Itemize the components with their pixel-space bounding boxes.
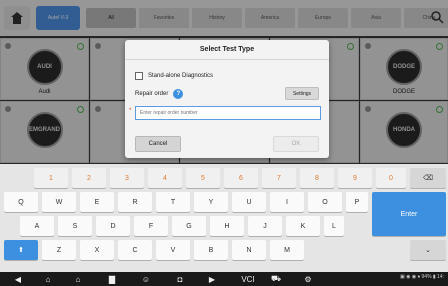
required-mark: * [129,108,132,114]
key-e[interactable]: E [80,192,114,212]
key-n[interactable]: N [232,240,266,260]
system-nav-bar: ◀ ⌂ ⌂ ▇ ☺ ◘ ▶ VCI ⛟ ⚙ ▣ ◉ ◉ ♦ 94% ▮ 14: [0,272,448,286]
key-b[interactable]: B [194,240,228,260]
key-2[interactable]: 2 [72,168,106,188]
shift-key[interactable]: ⬆ [4,240,38,260]
key-c[interactable]: C [118,240,152,260]
key-3[interactable]: 3 [110,168,144,188]
display-icon[interactable]: ▶ [204,273,220,285]
dialog-title: Select Test Type [125,40,329,60]
camera-icon[interactable]: ◘ [172,273,188,285]
repair-order-row: Repair order ? [135,89,184,99]
key-l[interactable]: L [324,216,344,236]
key-a[interactable]: A [20,216,54,236]
key-f[interactable]: F [134,216,168,236]
repair-order-label: Repair order [135,91,169,97]
key-7[interactable]: 7 [262,168,296,188]
settings-icon[interactable]: ⚙ [300,273,316,285]
backspace-key[interactable]: ⌫ [410,168,446,188]
key-d[interactable]: D [96,216,130,236]
status-area: ▣ ◉ ◉ ♦ 94% ▮ 14: [399,274,444,280]
key-s[interactable]: S [58,216,92,236]
help-icon[interactable]: ? [173,89,184,99]
key-0[interactable]: 0 [376,168,406,188]
key-o[interactable]: O [308,192,342,212]
enter-key[interactable]: Enter [372,192,446,236]
key-8[interactable]: 8 [300,168,334,188]
browser-icon[interactable]: ☺ [138,273,154,285]
key-w[interactable]: W [42,192,76,212]
hide-keyboard-key[interactable]: ⌄ [410,240,446,260]
key-r[interactable]: R [118,192,152,212]
back-icon[interactable]: ◀ [10,273,26,285]
standalone-option[interactable]: Stand-alone Diagnostics [135,72,213,80]
launcher-icon[interactable]: ⌂ [70,273,86,285]
key-z[interactable]: Z [42,240,76,260]
standalone-label: Stand-alone Diagnostics [148,73,214,79]
key-4[interactable]: 4 [148,168,182,188]
select-test-type-dialog: Select Test Type Stand-alone Diagnostics… [125,40,329,158]
key-m[interactable]: M [270,240,304,260]
repair-order-input[interactable] [135,106,321,120]
settings-button[interactable]: Settings [285,87,319,100]
key-v[interactable]: V [156,240,190,260]
home-icon[interactable]: ⌂ [40,273,56,285]
key-x[interactable]: X [80,240,114,260]
standalone-checkbox[interactable] [135,72,143,80]
car-icon[interactable]: ⛟ [268,273,284,285]
key-h[interactable]: H [210,216,244,236]
ok-button[interactable]: OK [273,136,319,152]
key-p[interactable]: P [346,192,368,212]
key-u[interactable]: U [232,192,266,212]
key-6[interactable]: 6 [224,168,258,188]
key-t[interactable]: T [156,192,190,212]
key-y[interactable]: Y [194,192,228,212]
on-screen-keyboard: 1 2 3 4 5 6 7 8 9 0 ⌫ Q W E R T Y U I O … [0,164,448,272]
key-j[interactable]: J [248,216,282,236]
key-k[interactable]: K [286,216,320,236]
key-9[interactable]: 9 [338,168,372,188]
key-g[interactable]: G [172,216,206,236]
cancel-button[interactable]: Cancel [135,136,181,152]
key-i[interactable]: I [270,192,304,212]
key-q[interactable]: Q [4,192,38,212]
key-1[interactable]: 1 [34,168,68,188]
vci-icon[interactable]: VCI [236,273,260,285]
key-5[interactable]: 5 [186,168,220,188]
recent-apps-icon[interactable]: ▇ [104,273,120,285]
